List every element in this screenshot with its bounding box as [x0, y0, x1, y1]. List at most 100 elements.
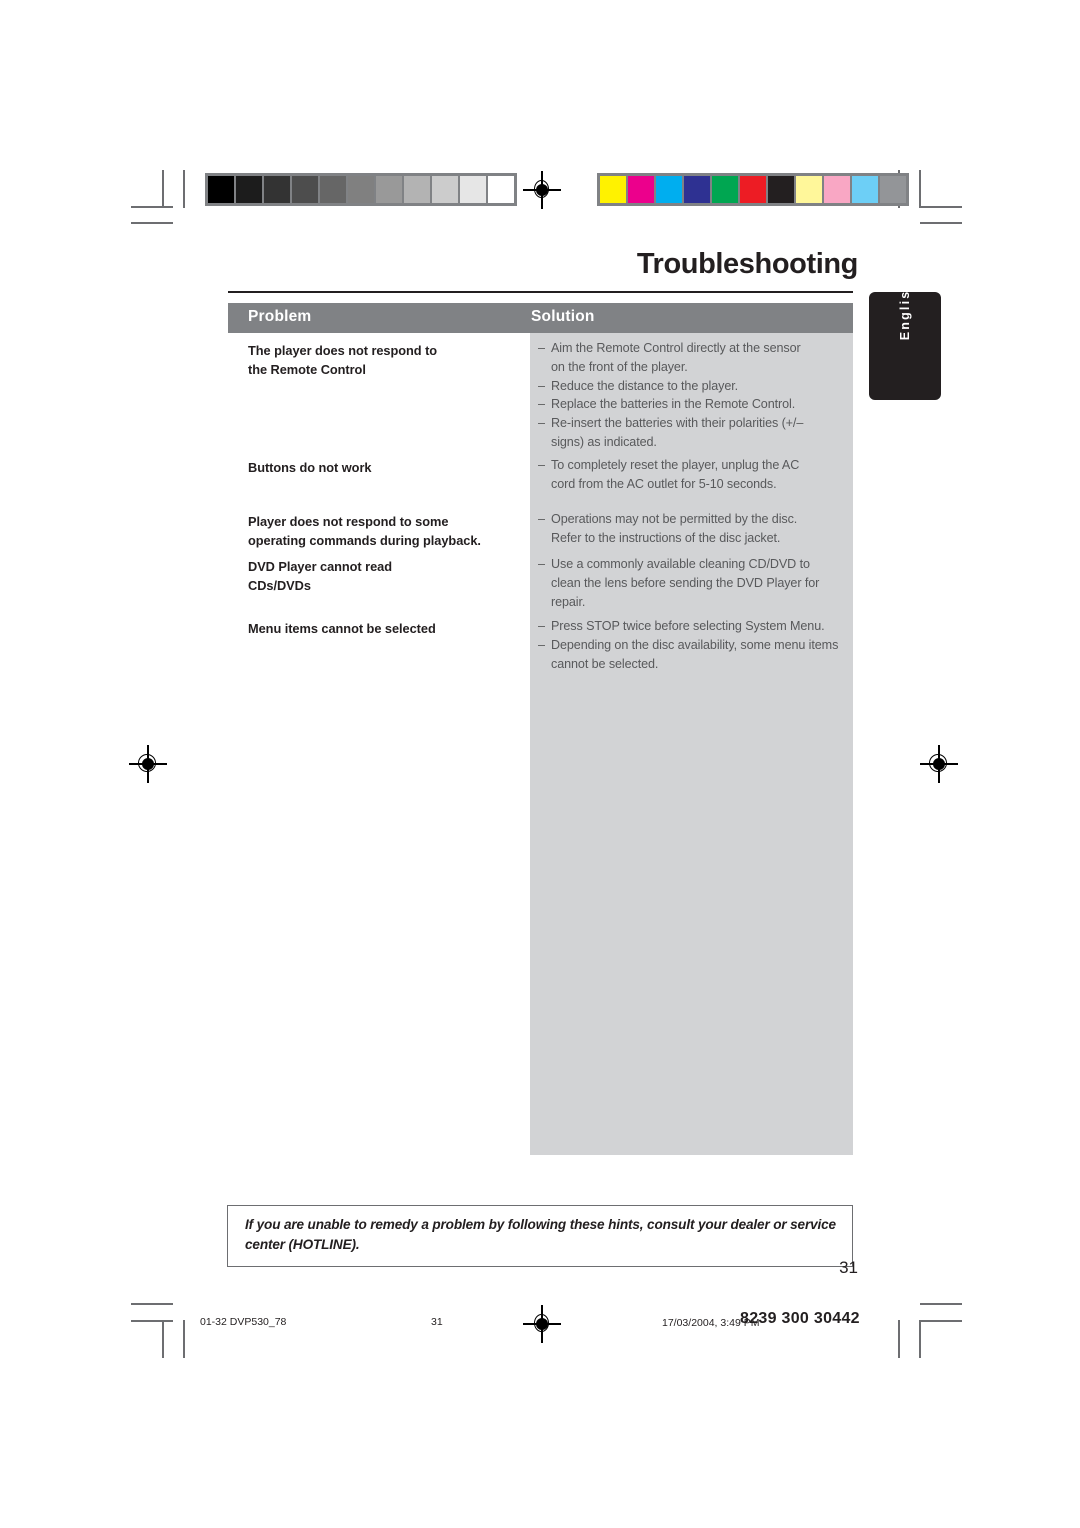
registration-mark-left-middle [129, 745, 167, 783]
solution-line: Refer to the instructions of the disc ja… [538, 529, 856, 548]
problem-line: Buttons do not work [248, 460, 372, 475]
calibration-swatch [264, 176, 290, 203]
crop-mark-bottom-left-v [162, 1320, 164, 1358]
problem-cell-remote-control: The player does not respond to the Remote… [248, 342, 437, 379]
calibration-swatch [404, 176, 430, 203]
solution-text: Use a commonly available cleaning CD/DVD… [551, 557, 810, 571]
bullet-dash-icon [538, 358, 551, 377]
calibration-swatch [852, 176, 878, 203]
page-title: Troubleshooting [636, 248, 859, 280]
bullet-dash-icon [538, 433, 551, 452]
solution-line: clean the lens before sending the DVD Pl… [538, 574, 856, 593]
problem-line: Player does not respond to some [248, 514, 449, 529]
solution-line: – Aim the Remote Control directly at the … [538, 339, 856, 358]
crop-mark-bottom-right-bleed [898, 1320, 900, 1358]
language-tab-label: English [898, 279, 912, 341]
solution-text: Replace the batteries in the Remote Cont… [551, 397, 796, 412]
solution-line: repair. [538, 593, 856, 612]
registration-mark-top-center [523, 171, 561, 209]
solution-cell-cannot-read-discs: – Use a commonly available cleaning CD/DV… [538, 555, 856, 611]
calibration-swatch [740, 176, 766, 203]
solution-text: Aim the Remote Control directly at the s… [551, 341, 801, 355]
solution-text: Reduce the distance to the player. [551, 378, 739, 393]
calibration-swatch [292, 176, 318, 203]
crop-mark-bottom-left-bleed [183, 1320, 185, 1358]
solution-line: – To completely reset the player, unplug … [538, 456, 856, 475]
solution-text: To completely reset the player, unplug t… [551, 458, 800, 472]
crop-mark-bottom-right-bleed-h [920, 1303, 962, 1305]
problem-line: DVD Player cannot read [248, 559, 392, 574]
calibration-swatch [236, 176, 262, 203]
crop-mark-top-left-bleed [183, 170, 185, 208]
solution-cell-menu-items: – Press STOP twice before selecting Syste… [538, 617, 856, 673]
calibration-swatch [208, 176, 234, 203]
language-tab-english: English [869, 280, 941, 400]
footer-page-label: 31 [431, 1316, 443, 1328]
column-header-problem: Problem [248, 308, 312, 325]
bullet-dash-icon: – [538, 416, 545, 431]
solution-text: Re-insert the batteries with their polar… [551, 416, 804, 431]
solution-line: on the front of the player. [538, 358, 856, 377]
calibration-swatch [488, 176, 514, 203]
bullet-dash-icon: – [538, 378, 545, 393]
calibration-swatch [796, 176, 822, 203]
registration-mark-bottom-center [523, 1305, 561, 1343]
problem-cell-cannot-read-discs: DVD Player cannot read CDs/DVDs [248, 558, 392, 595]
calibration-swatch [628, 176, 654, 203]
crop-mark-bottom-right-v [919, 1320, 921, 1358]
registration-mark-right-middle [920, 745, 958, 783]
column-header-solution: Solution [531, 308, 595, 325]
calibration-swatch [824, 176, 850, 203]
bullet-dash-icon: – [538, 458, 545, 472]
solution-line: signs) as indicated. [538, 433, 856, 452]
solution-text: Operations may not be permitted by the d… [551, 512, 798, 526]
solution-text: cannot be selected. [551, 656, 659, 671]
solution-line: cord from the AC outlet for 5-10 seconds… [538, 475, 856, 494]
solution-line: cannot be selected. [538, 655, 856, 674]
bullet-dash-icon [538, 574, 551, 593]
solution-cell-operating-commands: – Operations may not be permitted by the … [538, 510, 856, 548]
solution-line: – Press STOP twice before selecting Syste… [538, 617, 856, 636]
problem-cell-operating-commands: Player does not respond to some operating… [248, 513, 481, 550]
solution-text: Depending on the disc availability, some… [551, 637, 839, 652]
calibration-swatch [600, 176, 626, 203]
bullet-dash-icon: – [538, 637, 545, 652]
problem-line: The player does not respond to [248, 343, 438, 358]
solution-text: cord from the AC outlet for 5-10 seconds… [551, 476, 777, 491]
crop-mark-top-left-bleed-h [131, 222, 173, 224]
calibration-swatch [712, 176, 738, 203]
solution-line: – Use a commonly available cleaning CD/DV… [538, 555, 856, 574]
bullet-dash-icon: – [538, 557, 545, 571]
crop-mark-top-right-v [919, 170, 921, 208]
bullet-dash-icon [538, 593, 551, 612]
solution-line: – Depending on the disc availability, som… [538, 636, 856, 655]
crop-mark-top-right-bleed-h [920, 222, 962, 224]
problem-line: CDs/DVDs [248, 577, 311, 593]
problem-cell-menu-items: Menu items cannot be selected [248, 620, 436, 639]
solution-text: repair. [551, 594, 586, 609]
problem-line: the Remote Control [248, 361, 366, 377]
bullet-dash-icon: – [538, 512, 545, 526]
solution-text: clean the lens before sending the DVD Pl… [551, 575, 820, 590]
calibration-swatch [768, 176, 794, 203]
calibration-swatch [348, 176, 374, 203]
solution-text: Refer to the instructions of the disc ja… [551, 530, 781, 545]
calibration-swatch [376, 176, 402, 203]
crop-mark-top-left-v [162, 170, 164, 208]
solution-line: – Re-insert the batteries with their pola… [538, 414, 856, 433]
bullet-dash-icon: – [538, 397, 545, 412]
bullet-dash-icon: – [538, 619, 545, 633]
page-number: 31 [839, 1258, 858, 1277]
solution-text: signs) as indicated. [551, 434, 657, 449]
bullet-dash-icon [538, 475, 551, 494]
problem-cell-buttons: Buttons do not work [248, 459, 372, 478]
calibration-swatch [460, 176, 486, 203]
hotline-note-text: If you are unable to remedy a problem by… [245, 1217, 836, 1252]
crop-mark-bottom-left-bleed-h [131, 1303, 173, 1305]
calibration-swatch [432, 176, 458, 203]
solution-line: – Replace the batteries in the Remote Con… [538, 395, 856, 414]
crop-mark-top-right-h [920, 206, 962, 208]
calibration-swatch [320, 176, 346, 203]
crop-mark-bottom-left-h [131, 1320, 173, 1322]
problem-line: operating commands during playback. [248, 532, 481, 548]
